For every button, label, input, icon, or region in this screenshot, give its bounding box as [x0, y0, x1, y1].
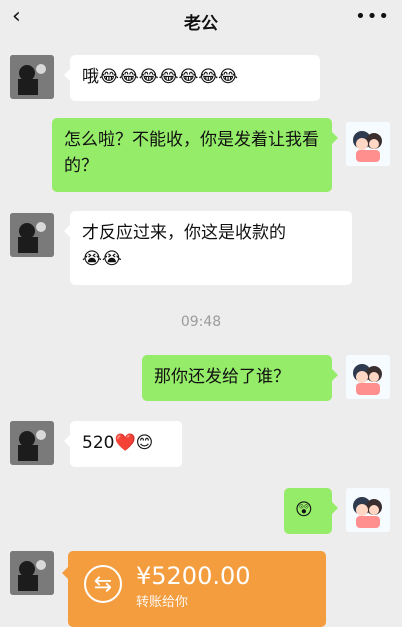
message-bubble[interactable]: 怎么啦？不能收，你是发着让我看的？ [52, 118, 338, 192]
crying-emoji-icon: 😭😭 [82, 249, 122, 269]
transfer-label: 转账给你 [136, 595, 189, 610]
user-avatar[interactable] [346, 122, 390, 166]
user-avatar[interactable] [346, 355, 390, 399]
message-text: 怎么啦？不能收，你是发着让我看的？ [64, 130, 319, 176]
transfer-amount: ¥5200.00 [136, 562, 251, 590]
message-text: 才反应过来，你这是收款的 [82, 223, 286, 243]
timestamp: 09:48 [180, 314, 222, 330]
message-text: 520 [82, 433, 115, 453]
message-bubble[interactable]: 😲 [284, 488, 338, 534]
message-bubble[interactable]: 哦😂😂😂😂😂😂😂 [64, 55, 320, 101]
user-avatar[interactable] [346, 488, 390, 532]
surprised-emoji-icon: 😲 [295, 500, 313, 520]
chat-title: 老公 [184, 14, 218, 34]
transfer-icon: ⇆ [84, 565, 122, 603]
message-bubble[interactable]: 那你还发给了谁？ [142, 355, 338, 401]
message-bubble[interactable]: 520❤️😊 [64, 421, 182, 467]
transfer-card[interactable]: ⇆ ¥5200.00 转账给你 [62, 551, 326, 627]
contact-avatar[interactable] [10, 421, 54, 465]
message-bubble[interactable]: 才反应过来，你这是收款的 😭😭 [64, 211, 352, 285]
contact-avatar[interactable] [10, 55, 54, 99]
contact-avatar[interactable] [10, 551, 54, 595]
chat-header: ‹ 老公 ••• [0, 0, 402, 40]
more-dots-icon[interactable]: ••• [355, 6, 390, 27]
message-text: 哦 [82, 67, 99, 87]
contact-avatar[interactable] [10, 213, 54, 257]
message-text: 那你还发给了谁？ [154, 367, 290, 387]
laughing-emoji-icon: 😂😂😂😂😂😂😂 [99, 67, 239, 87]
heart-smile-emoji-icon: ❤️😊 [114, 433, 154, 453]
